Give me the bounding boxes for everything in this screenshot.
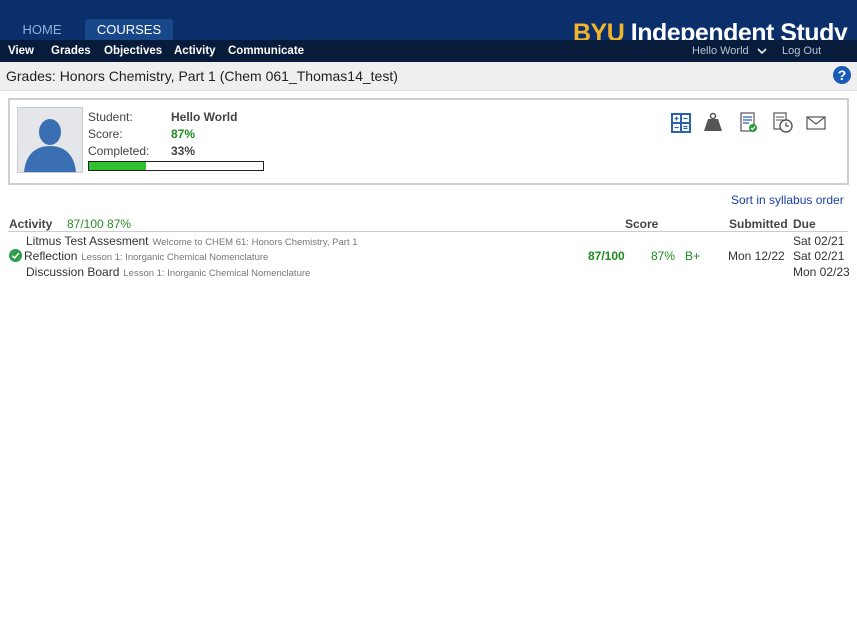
nav-view[interactable]: View: [8, 40, 34, 62]
submitted-date: Mon 12/22: [728, 249, 785, 263]
top-header: HOME COURSES BYU Independent Study: [0, 0, 857, 47]
student-card: Student: Hello World Score: 87% Complete…: [8, 98, 849, 185]
activity-header[interactable]: Activity: [9, 217, 52, 231]
logout-link[interactable]: Log Out: [782, 40, 821, 62]
activity-name[interactable]: Reflection: [24, 249, 77, 263]
tab-home[interactable]: HOME: [14, 19, 70, 40]
person-silhouette-icon: [24, 119, 76, 172]
progress-fill: [89, 162, 147, 170]
score-value: 87%: [171, 127, 196, 141]
user-menu[interactable]: Hello World: [692, 40, 749, 62]
calculator-icon[interactable]: [670, 112, 692, 134]
mail-icon[interactable]: [805, 112, 827, 134]
submitted-header[interactable]: Submitted: [729, 217, 788, 231]
completed-label: Completed:: [88, 144, 150, 158]
activity-subtitle: Welcome to CHEM 61: Honors Chemistry, Pa…: [152, 237, 358, 248]
header-divider: [8, 231, 848, 232]
chevron-down-icon[interactable]: [757, 46, 767, 56]
due-header[interactable]: Due: [793, 217, 816, 231]
check-icon: [9, 249, 22, 262]
nav-activity[interactable]: Activity: [174, 40, 216, 62]
completed-value: 33%: [171, 144, 196, 158]
student-label: Student:: [88, 110, 133, 124]
weight-icon[interactable]: [702, 112, 724, 134]
score-header[interactable]: Score: [625, 217, 658, 231]
due-date: Mon 02/23: [793, 265, 850, 279]
score-percent: 87%: [651, 249, 676, 263]
nav-objectives[interactable]: Objectives: [104, 40, 162, 62]
nav-communicate[interactable]: Communicate: [228, 40, 304, 62]
activity-name[interactable]: Discussion Board: [26, 265, 119, 279]
user-avatar: [17, 107, 83, 173]
nav-bar: View Grades Objectives Activity Communic…: [0, 40, 857, 62]
activity-name[interactable]: Litmus Test Assesment: [26, 234, 149, 248]
student-name: Hello World: [171, 110, 238, 124]
title-bar: Grades: Honors Chemistry, Part 1 (Chem 0…: [0, 62, 857, 91]
sort-syllabus-link[interactable]: Sort in syllabus order: [731, 193, 844, 207]
letter-grade: B+: [685, 249, 701, 263]
completion-progress-bar: [88, 161, 264, 171]
table-row[interactable]: Reflection Lesson 1: Inorganic Chemical N…: [24, 249, 268, 265]
report-icon[interactable]: [738, 112, 760, 134]
nav-grades[interactable]: Grades: [51, 40, 91, 62]
activity-summary: 87/100 87%: [67, 217, 132, 231]
table-row[interactable]: Discussion Board Lesson 1: Inorganic Chem…: [26, 265, 310, 281]
activity-subtitle: Lesson 1: Inorganic Chemical Nomenclatur…: [123, 268, 311, 279]
history-icon[interactable]: [772, 112, 794, 134]
due-date: Sat 02/21: [793, 234, 845, 248]
help-icon[interactable]: ?: [833, 66, 851, 84]
table-row[interactable]: Litmus Test Assesment Welcome to CHEM 61:…: [26, 234, 358, 250]
activity-subtitle: Lesson 1: Inorganic Chemical Nomenclatur…: [81, 252, 269, 263]
score-label: Score:: [88, 127, 123, 141]
score-points[interactable]: 87/100: [588, 249, 625, 263]
due-date: Sat 02/21: [793, 249, 845, 263]
tab-courses[interactable]: COURSES: [85, 19, 173, 40]
page-title: Grades: Honors Chemistry, Part 1 (Chem 0…: [6, 68, 398, 84]
